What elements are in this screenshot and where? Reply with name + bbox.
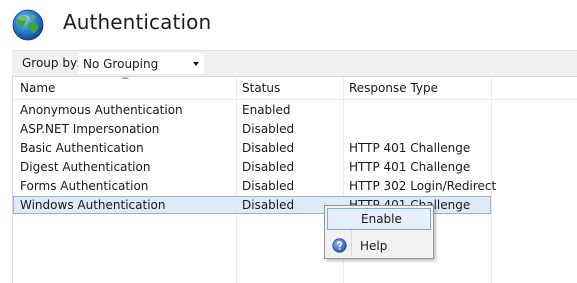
grouping-toolbar: Group by: No Grouping (12, 50, 577, 77)
row-response-type: HTTP 302 Login/Redirect (349, 179, 497, 193)
authentication-list[interactable]: Name Status Response Type Anonymous Auth… (12, 76, 577, 283)
row-status: Disabled (242, 122, 295, 136)
row-name: Basic Authentication (20, 141, 144, 155)
chevron-down-icon (193, 62, 199, 66)
menu-item-enable[interactable]: Enable (327, 208, 431, 230)
row-status: Disabled (242, 141, 295, 155)
page-title: Authentication (63, 10, 212, 34)
group-by-value: No Grouping (83, 57, 159, 71)
column-header-response-type[interactable]: Response Type (349, 81, 438, 95)
table-row[interactable]: Digest Authentication Disabled HTTP 401 … (13, 158, 491, 176)
menu-item-label: Enable (361, 212, 402, 226)
sort-ascending-icon (121, 77, 129, 79)
page-header: Authentication (0, 0, 577, 48)
row-status: Disabled (242, 160, 295, 174)
row-name: Windows Authentication (20, 198, 166, 212)
menu-item-label: Help (360, 239, 388, 253)
row-response-type: HTTP 401 Challenge (349, 160, 471, 174)
group-by-label: Group by: (22, 56, 81, 70)
row-status: Disabled (242, 179, 295, 193)
table-row[interactable]: Basic Authentication Disabled HTTP 401 C… (13, 139, 491, 157)
row-status: Disabled (242, 198, 295, 212)
row-name: Digest Authentication (20, 160, 151, 174)
row-name: Forms Authentication (20, 179, 149, 193)
menu-item-help[interactable]: Help (327, 235, 431, 257)
row-response-type: HTTP 401 Challenge (349, 141, 471, 155)
header-divider (13, 99, 577, 100)
context-menu: Enable Help (324, 205, 434, 259)
table-row[interactable]: Anonymous Authentication Enabled (13, 101, 491, 119)
row-status: Enabled (242, 103, 291, 117)
table-row[interactable]: Forms Authentication Disabled HTTP 302 L… (13, 177, 496, 195)
row-name: ASP.NET Impersonation (20, 122, 160, 136)
column-header-name[interactable]: Name (20, 81, 55, 95)
globe-icon (12, 9, 44, 41)
table-row[interactable]: ASP.NET Impersonation Disabled (13, 120, 491, 138)
help-icon (332, 238, 347, 253)
group-by-dropdown[interactable]: No Grouping (78, 53, 204, 74)
column-header-status[interactable]: Status (242, 81, 280, 95)
row-name: Anonymous Authentication (20, 103, 183, 117)
